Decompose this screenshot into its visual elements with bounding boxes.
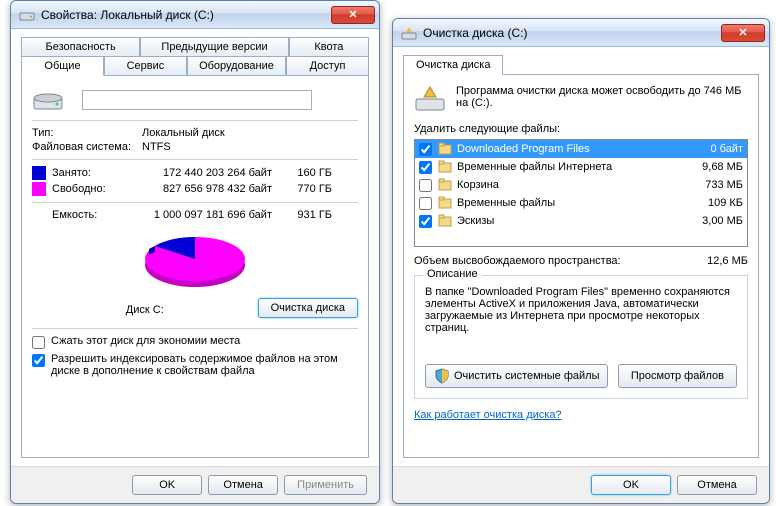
disk-caption: Диск C: bbox=[32, 304, 258, 316]
freed-value: 12,6 МБ bbox=[707, 255, 748, 267]
tab-sharing[interactable]: Доступ bbox=[286, 56, 369, 75]
file-name: Эскизы bbox=[457, 215, 683, 227]
drive-label-input[interactable] bbox=[82, 90, 312, 110]
used-label: Занято: bbox=[52, 167, 122, 179]
window-title: Свойства: Локальный диск (C:) bbox=[41, 8, 331, 22]
tab-previous-versions[interactable]: Предыдущие версии bbox=[140, 37, 289, 56]
type-value: Локальный диск bbox=[142, 127, 225, 139]
file-size: 0 байт bbox=[683, 143, 743, 155]
free-label: Свободно: bbox=[52, 183, 122, 195]
shield-icon bbox=[434, 368, 450, 384]
close-button[interactable]: ✕ bbox=[331, 6, 375, 24]
tab-disk-cleanup[interactable]: Очистка диска bbox=[403, 55, 503, 75]
file-type-icon bbox=[438, 142, 452, 156]
file-size: 733 МБ bbox=[683, 179, 743, 191]
description-group: Описание В папке "Downloaded Program Fil… bbox=[414, 275, 748, 399]
file-checkbox[interactable] bbox=[419, 197, 432, 210]
properties-window: Свойства: Локальный диск (C:) ✕ Безопасн… bbox=[10, 0, 380, 504]
file-type-icon bbox=[438, 196, 452, 210]
close-button[interactable]: ✕ bbox=[721, 24, 765, 42]
description-text: В папке "Downloaded Program Files" време… bbox=[425, 286, 737, 346]
compress-label[interactable]: Сжать этот диск для экономии места bbox=[51, 335, 240, 347]
file-checkbox[interactable] bbox=[419, 161, 432, 174]
used-bytes: 172 440 203 264 байт bbox=[122, 167, 272, 179]
file-checkbox[interactable] bbox=[419, 215, 432, 228]
tabs-row: Очистка диска bbox=[403, 55, 759, 74]
file-checkbox[interactable] bbox=[419, 143, 432, 156]
file-name: Временные файлы Интернета bbox=[457, 161, 683, 173]
capacity-bytes: 1 000 097 181 696 байт bbox=[122, 209, 272, 221]
file-type-icon bbox=[438, 214, 452, 228]
disk-cleanup-window: Очистка диска (C:) ✕ Очистка диска Прогр… bbox=[392, 18, 770, 504]
file-item[interactable]: Корзина733 МБ bbox=[415, 176, 747, 194]
file-name: Корзина bbox=[457, 179, 683, 191]
tab-quota[interactable]: Квота bbox=[289, 37, 369, 56]
file-item[interactable]: Downloaded Program Files0 байт bbox=[415, 140, 747, 158]
file-checkbox[interactable] bbox=[419, 179, 432, 192]
description-title: Описание bbox=[423, 268, 482, 280]
window-title: Очистка диска (C:) bbox=[423, 26, 721, 40]
titlebar[interactable]: Очистка диска (C:) ✕ bbox=[393, 19, 769, 47]
how-it-works-link[interactable]: Как работает очистка диска? bbox=[414, 409, 562, 421]
index-checkbox[interactable] bbox=[32, 354, 45, 367]
tab-tools[interactable]: Сервис bbox=[104, 56, 187, 75]
fs-label: Файловая система: bbox=[32, 141, 142, 153]
tab-security[interactable]: Безопасность bbox=[21, 37, 140, 56]
tab-content-general: Тип:Локальный диск Файловая система:NTFS… bbox=[21, 75, 369, 458]
type-label: Тип: bbox=[32, 127, 142, 139]
tab-general[interactable]: Общие bbox=[21, 56, 104, 76]
fs-value: NTFS bbox=[142, 141, 171, 153]
file-name: Временные файлы bbox=[457, 197, 683, 209]
file-size: 9,68 МБ bbox=[683, 161, 743, 173]
file-size: 3,00 МБ bbox=[683, 215, 743, 227]
dialog-footer: OK Отмена bbox=[393, 466, 769, 503]
cancel-button[interactable]: Отмена bbox=[677, 475, 757, 495]
file-item[interactable]: Временные файлы109 КБ bbox=[415, 194, 747, 212]
index-label[interactable]: Разрешить индексировать содержимое файло… bbox=[51, 353, 358, 377]
drive-icon bbox=[19, 7, 35, 23]
file-item[interactable]: Временные файлы Интернета9,68 МБ bbox=[415, 158, 747, 176]
disk-cleanup-button[interactable]: Очистка диска bbox=[258, 298, 358, 318]
ok-button[interactable]: OK bbox=[132, 475, 202, 495]
tab-hardware[interactable]: Оборудование bbox=[187, 56, 286, 75]
file-name: Downloaded Program Files bbox=[457, 143, 683, 155]
file-type-icon bbox=[438, 178, 452, 192]
clean-system-files-button[interactable]: Очистить системные файлы bbox=[425, 364, 608, 388]
tabs-row-1: Безопасность Предыдущие версии Квота bbox=[21, 37, 369, 56]
tabs-row-2: Общие Сервис Оборудование Доступ bbox=[21, 56, 369, 75]
freed-label: Объем высвобождаемого пространства: bbox=[414, 255, 621, 267]
file-item[interactable]: Эскизы3,00 МБ bbox=[415, 212, 747, 230]
free-bytes: 827 656 978 432 байт bbox=[122, 183, 272, 195]
file-list[interactable]: Downloaded Program Files0 байтВременные … bbox=[414, 139, 748, 247]
cleanup-large-icon bbox=[414, 85, 446, 113]
drive-large-icon bbox=[32, 88, 64, 112]
used-gb: 160 ГБ bbox=[272, 167, 332, 179]
cancel-button[interactable]: Отмена bbox=[208, 475, 278, 495]
file-size: 109 КБ bbox=[683, 197, 743, 209]
file-type-icon bbox=[438, 160, 452, 174]
free-gb: 770 ГБ bbox=[272, 183, 332, 195]
ok-button[interactable]: OK bbox=[591, 475, 671, 495]
list-header: Удалить следующие файлы: bbox=[414, 123, 748, 135]
cleanup-message: Программа очистки диска может освободить… bbox=[456, 85, 748, 113]
capacity-label: Емкость: bbox=[32, 209, 122, 221]
compress-checkbox[interactable] bbox=[32, 336, 45, 349]
capacity-gb: 931 ГБ bbox=[272, 209, 332, 221]
free-color-swatch bbox=[32, 182, 46, 196]
dialog-footer: OK Отмена Применить bbox=[11, 466, 379, 503]
apply-button[interactable]: Применить bbox=[284, 475, 367, 495]
titlebar[interactable]: Свойства: Локальный диск (C:) ✕ bbox=[11, 1, 379, 29]
pie-chart bbox=[32, 229, 358, 296]
tab-content: Программа очистки диска может освободить… bbox=[403, 74, 759, 458]
view-files-button[interactable]: Просмотр файлов bbox=[618, 364, 737, 388]
clean-system-files-label: Очистить системные файлы bbox=[454, 370, 599, 382]
used-color-swatch bbox=[32, 166, 46, 180]
cleanup-icon bbox=[401, 25, 417, 41]
